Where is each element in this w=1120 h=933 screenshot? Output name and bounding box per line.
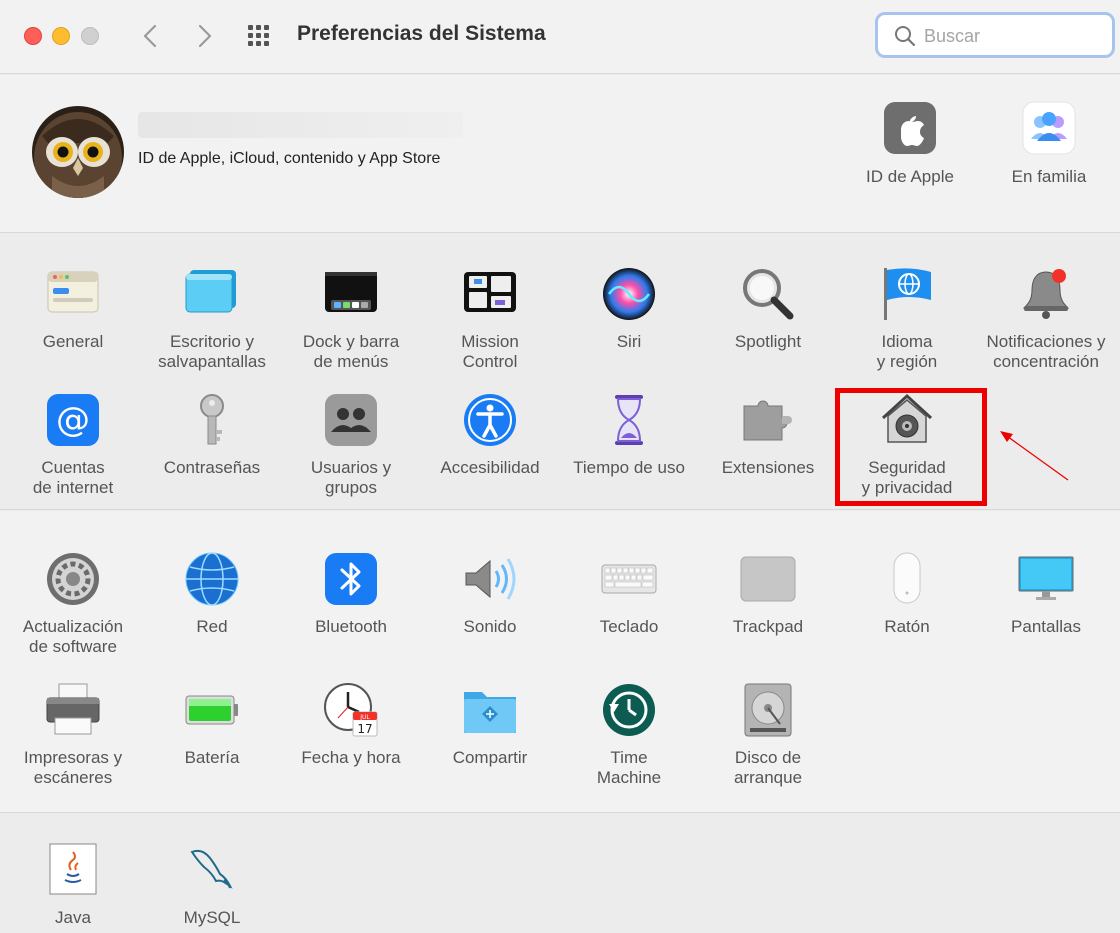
pane-dock-menubar[interactable]: Dock y barra de menús [284, 266, 418, 372]
zoom-window-button[interactable] [81, 27, 99, 45]
puzzle-icon [740, 392, 796, 448]
pane-screen-time[interactable]: Tiempo de uso [562, 392, 696, 478]
family-sharing-button[interactable]: En familia [984, 101, 1114, 187]
trackpad-icon [740, 551, 796, 607]
mysql-dolphin-icon [184, 842, 240, 898]
hard-disk-icon [740, 682, 796, 738]
pane-spotlight[interactable]: Spotlight [701, 266, 835, 352]
calendar-month: JUL [359, 714, 370, 721]
pane-accessibility[interactable]: Accesibilidad [423, 392, 557, 478]
pane-mouse[interactable]: Ratón [840, 551, 974, 637]
search-input[interactable] [924, 23, 1104, 49]
pane-sharing[interactable]: Compartir [423, 682, 557, 768]
pane-battery[interactable]: Batería [145, 682, 279, 768]
family-label: En familia [1011, 167, 1087, 186]
dock-icon [323, 266, 379, 322]
pane-bluetooth[interactable]: Bluetooth [284, 551, 418, 637]
pane-mysql[interactable]: MySQL [145, 842, 279, 928]
siri-icon [601, 266, 657, 322]
close-window-button[interactable] [24, 27, 42, 45]
at-icon: @ [45, 392, 101, 448]
chevron-left-icon [143, 24, 157, 48]
apple-id-button[interactable]: ID de Apple [845, 101, 975, 187]
apple-id-label: ID de Apple [866, 167, 954, 186]
users-icon [323, 392, 379, 448]
pane-general[interactable]: General [6, 266, 140, 352]
pane-siri[interactable]: Siri [562, 266, 696, 352]
gear-icon [45, 551, 101, 607]
pane-displays[interactable]: Pantallas [979, 551, 1113, 637]
highlight-box [835, 388, 987, 506]
key-icon [184, 392, 240, 448]
time-machine-icon [601, 682, 657, 738]
display-icon [1018, 551, 1074, 607]
pane-sound[interactable]: Sonido [423, 551, 557, 637]
spotlight-icon [740, 266, 796, 322]
user-name-redacted [138, 112, 463, 138]
pane-time-machine[interactable]: Time Machine [562, 682, 696, 788]
family-icon [1022, 101, 1076, 155]
pane-internet-accounts[interactable]: @ Cuentas de internet [6, 392, 140, 498]
bell-icon [1018, 266, 1074, 322]
shared-folder-icon [462, 682, 518, 738]
back-button[interactable] [138, 22, 164, 50]
apple-account-header: ID de Apple, iCloud, contenido y App Sto… [0, 75, 1120, 233]
annotation-arrow-icon [1000, 431, 1069, 481]
keyboard-icon [601, 551, 657, 607]
svg-text:@: @ [56, 400, 90, 440]
show-all-grid-button[interactable] [248, 25, 276, 47]
desktop-icon [184, 266, 240, 322]
pane-mission-control[interactable]: Mission Control [423, 266, 557, 372]
hourglass-icon [601, 392, 657, 448]
pane-software-update[interactable]: Actualización de software [6, 551, 140, 657]
window-title: Preferencias del Sistema [297, 22, 546, 45]
pane-network[interactable]: Red [145, 551, 279, 637]
clock-calendar-icon: JUL 17 [323, 682, 379, 738]
forward-button[interactable] [191, 22, 217, 50]
mission-control-icon [462, 266, 518, 322]
pane-desktop-screensaver[interactable]: Escritorio y salvapantallas [145, 266, 279, 372]
pane-keyboard[interactable]: Teclado [562, 551, 696, 637]
apple-logo-icon [883, 101, 937, 155]
pane-notifications-focus[interactable]: Notificaciones y concentración [979, 266, 1113, 372]
minimize-window-button[interactable] [52, 27, 70, 45]
pane-startup-disk[interactable]: Disco de arranque [701, 682, 835, 788]
pane-language-region[interactable]: Idioma y región [840, 266, 974, 372]
printer-icon [45, 682, 101, 738]
pane-java[interactable]: Java [6, 842, 140, 928]
pane-extensions[interactable]: Extensiones [701, 392, 835, 478]
account-subtitle: ID de Apple, iCloud, contenido y App Sto… [138, 150, 441, 167]
pane-date-time[interactable]: JUL 17 Fecha y hora [284, 682, 418, 768]
accessibility-icon [462, 392, 518, 448]
chevron-right-icon [198, 24, 212, 48]
bluetooth-icon [323, 551, 379, 607]
globe-flag-icon [879, 266, 935, 322]
speaker-icon [462, 551, 518, 607]
owl-avatar-icon [32, 106, 124, 198]
search-icon [895, 26, 916, 47]
network-globe-icon [184, 551, 240, 607]
avatar[interactable] [32, 106, 124, 198]
general-icon [45, 266, 101, 322]
pane-passwords[interactable]: Contraseñas [145, 392, 279, 478]
pane-trackpad[interactable]: Trackpad [701, 551, 835, 637]
battery-icon [184, 682, 240, 738]
pane-printers-scanners[interactable]: Impresoras y escáneres [6, 682, 140, 788]
pane-users-groups[interactable]: Usuarios y grupos [284, 392, 418, 498]
calendar-day: 17 [357, 722, 372, 736]
search-field[interactable] [875, 12, 1115, 58]
mouse-icon [879, 551, 935, 607]
window-toolbar: Preferencias del Sistema [0, 0, 1120, 74]
java-icon [45, 842, 101, 898]
